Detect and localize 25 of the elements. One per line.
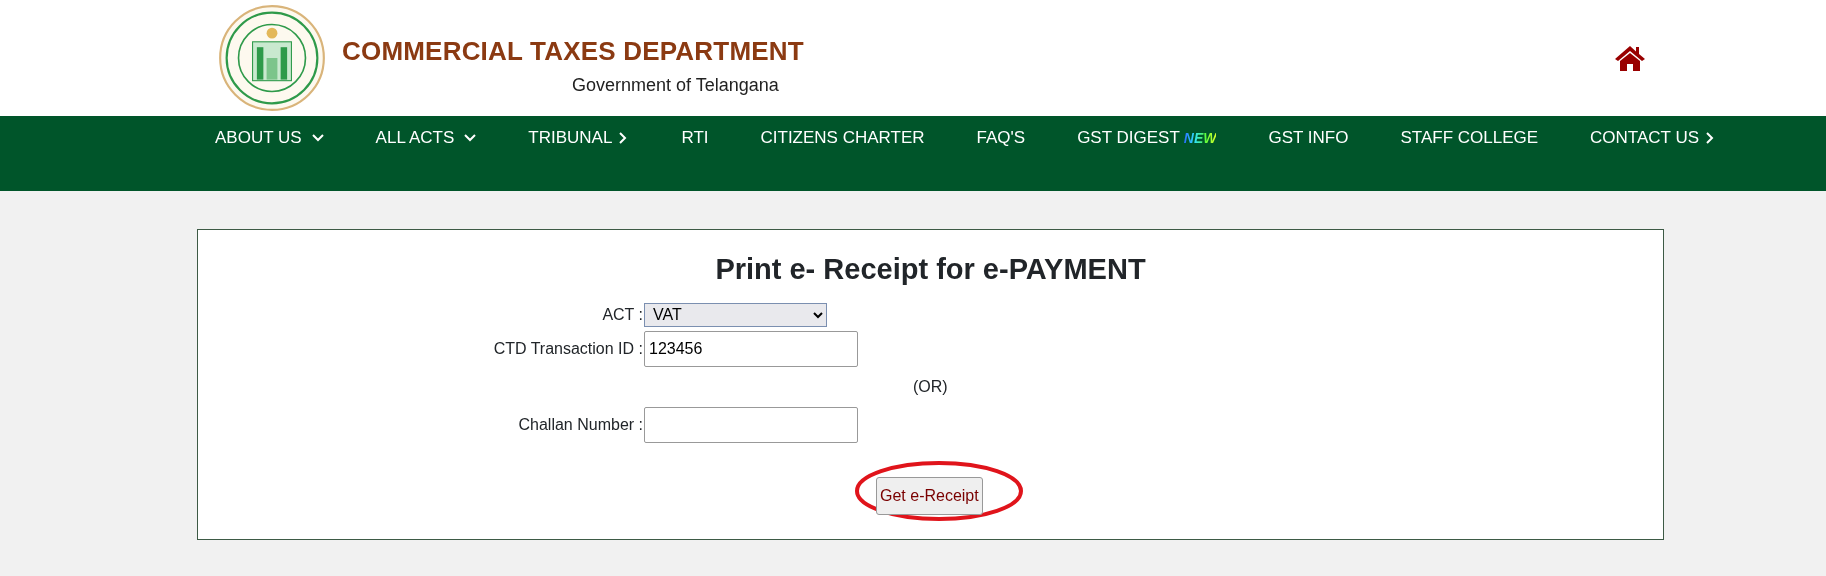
- nav-link[interactable]: ABOUT US: [215, 122, 324, 154]
- get-receipt-button[interactable]: Get e-Receipt: [876, 476, 983, 515]
- site-subtitle: Government of Telangana: [572, 73, 780, 97]
- nav-link[interactable]: CONTACT US: [1590, 122, 1716, 154]
- site-title: COMMERCIAL TAXES DEPARTMENT: [342, 37, 805, 64]
- input-field[interactable]: 123456: [644, 330, 858, 367]
- nav-link[interactable]: ALL ACTS: [375, 122, 477, 154]
- chevron-down-icon: [311, 132, 324, 144]
- nav-link[interactable]: GST INFO: [1268, 122, 1349, 154]
- home-icon[interactable]: [1614, 44, 1646, 72]
- nav-link[interactable]: STAFF COLLEGE: [1400, 122, 1539, 154]
- field-label: CTD Transaction ID :: [492, 338, 644, 359]
- field-label: Challan Number :: [517, 414, 644, 435]
- nav-link[interactable]: RTI: [681, 122, 709, 154]
- form-title: Print e- Receipt for e-PAYMENT: [714, 252, 1147, 287]
- or-text: (OR): [913, 376, 949, 397]
- nav-link[interactable]: TRIBUNAL: [528, 122, 630, 154]
- chevron-right-icon: [1704, 132, 1716, 144]
- input-field[interactable]: [644, 406, 858, 443]
- chevron-down-icon: [464, 132, 477, 144]
- field-label: ACT :: [601, 304, 644, 325]
- nav-link[interactable]: GST DIGEST NEW: [1077, 122, 1217, 154]
- nav-link[interactable]: CITIZENS CHARTER: [760, 122, 925, 154]
- act-select[interactable]: VAT: [644, 302, 827, 327]
- nav-link[interactable]: FAQ'S: [976, 122, 1026, 154]
